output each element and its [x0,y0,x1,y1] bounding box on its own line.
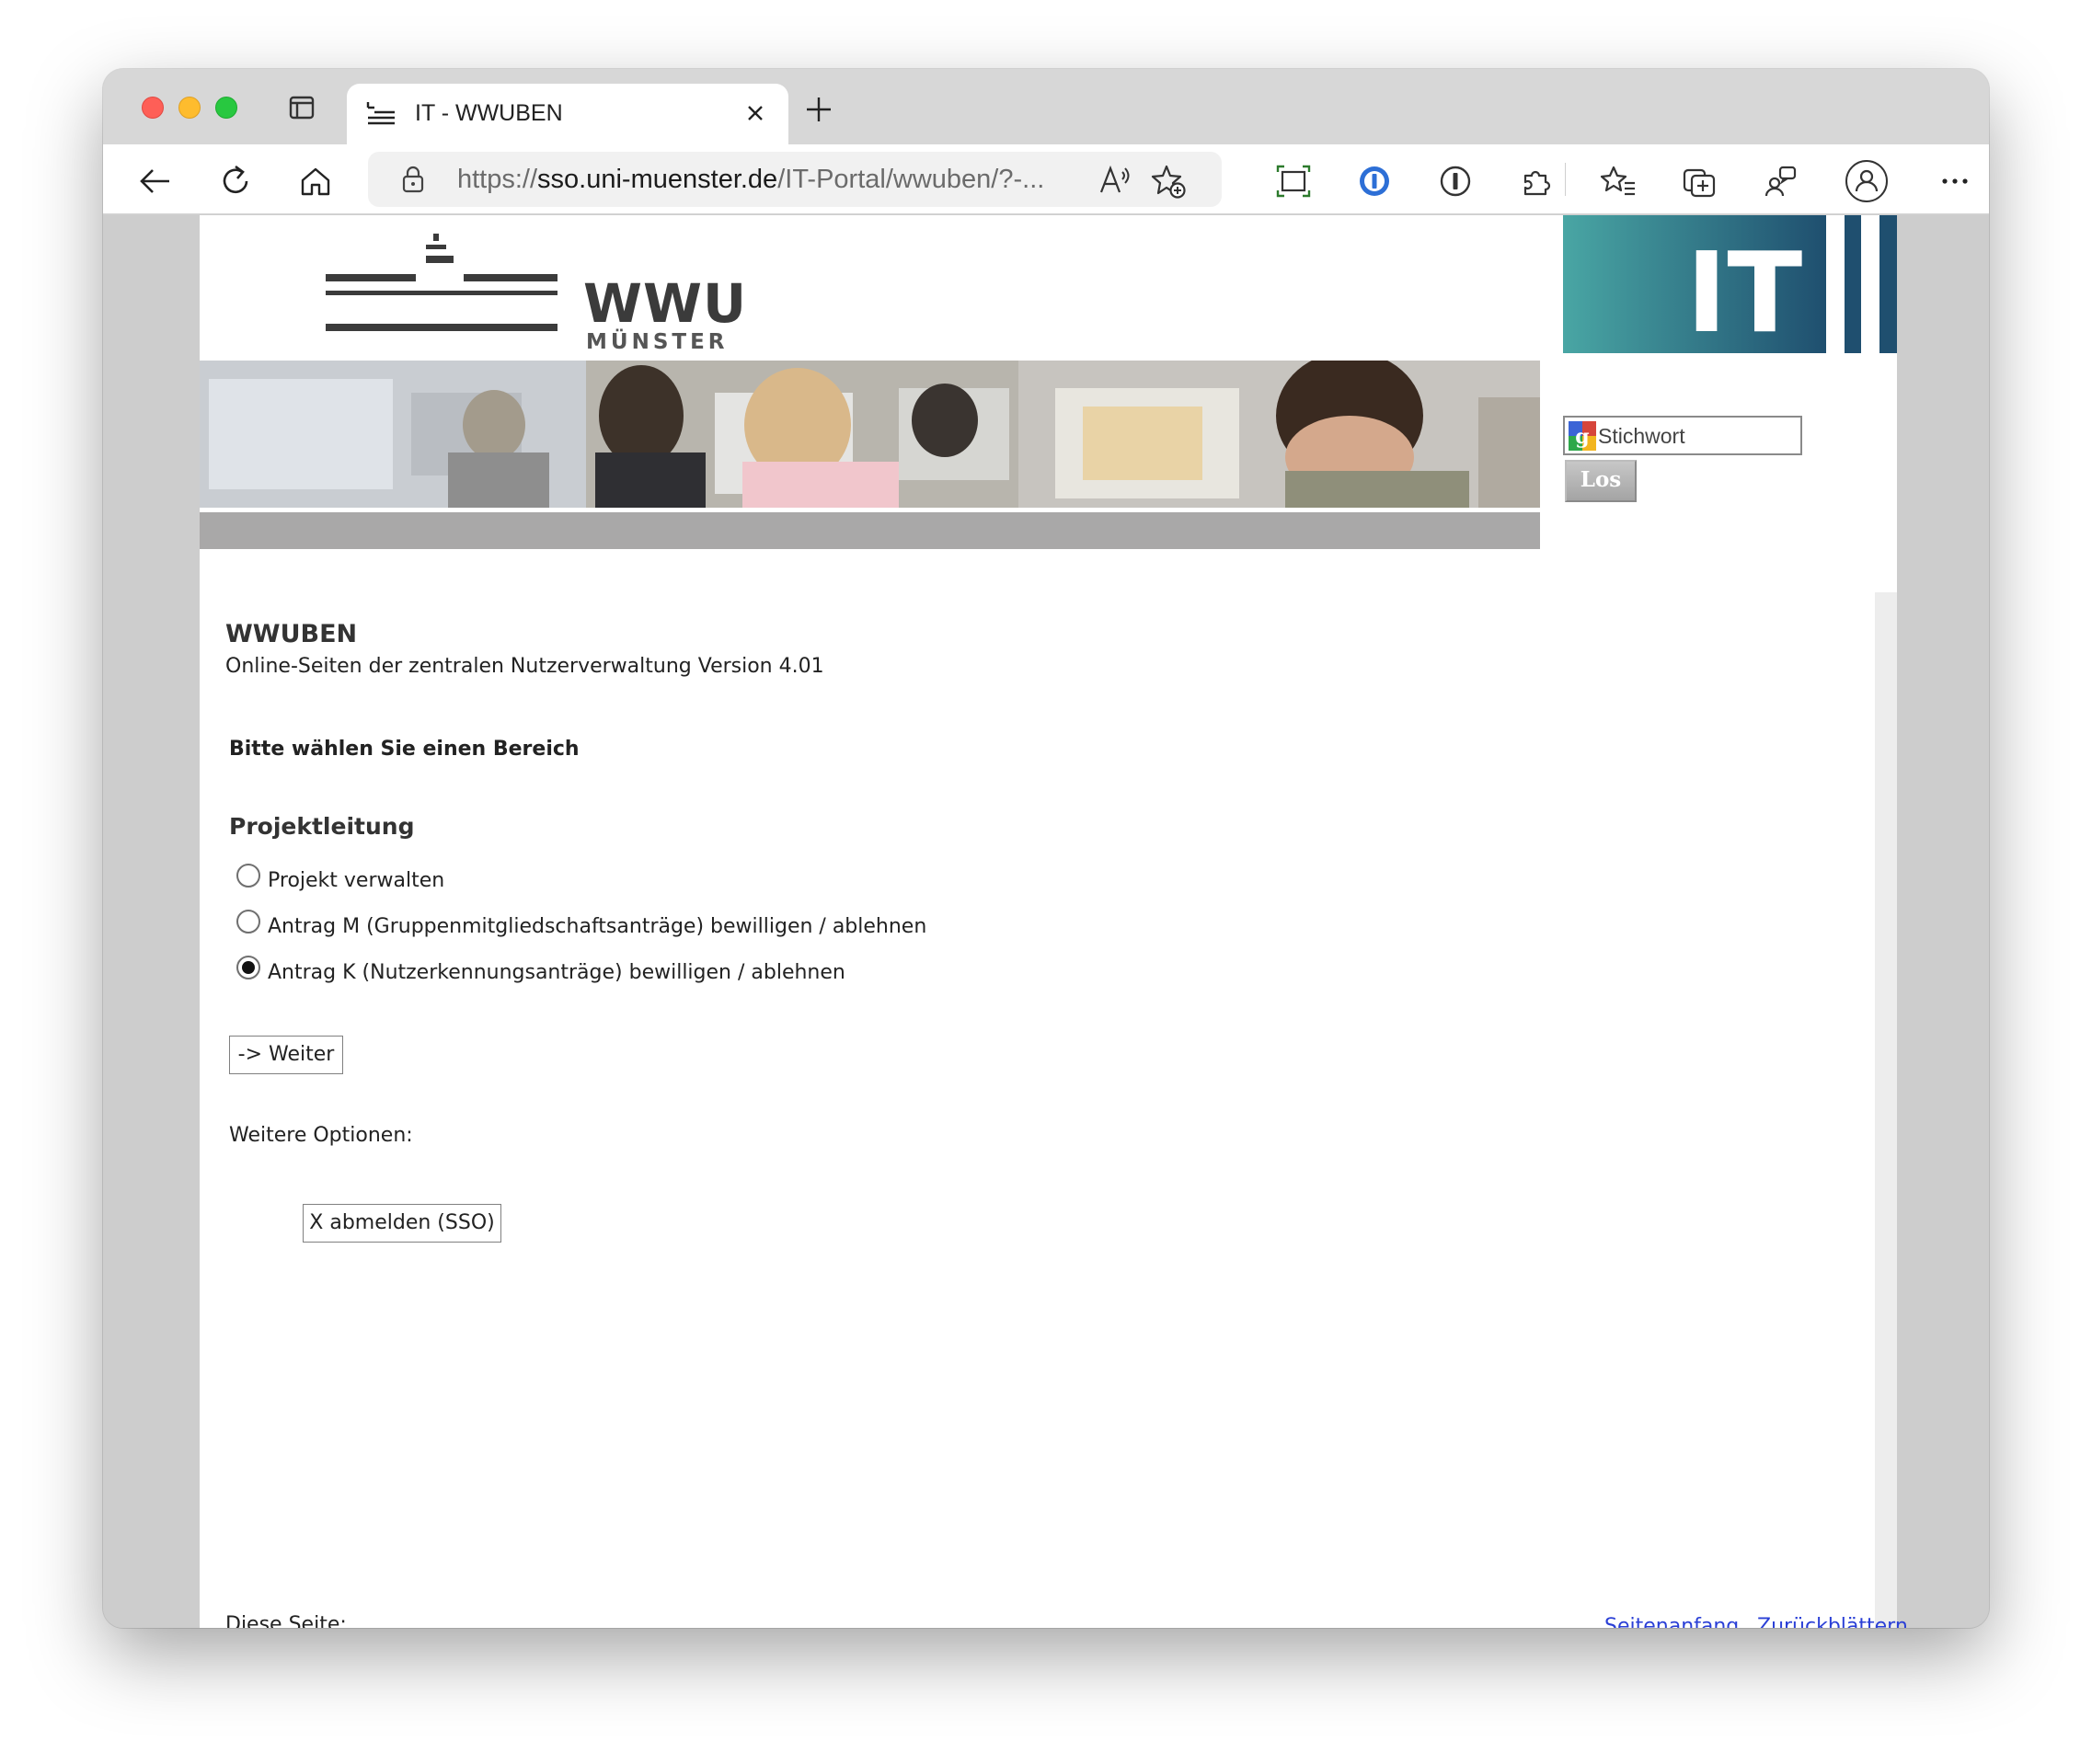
wwu-logo-subtext: MÜNSTER [586,330,729,354]
header-grey-bar [200,512,1540,549]
logout-button[interactable]: X abmelden (SSO) [303,1204,501,1243]
search-input[interactable]: g Stichwort [1563,416,1802,455]
more-options-label: Weitere Optionen: [229,1124,413,1147]
it-logo-text: IT [1686,230,1803,353]
link-page-top[interactable]: Seitenanfang [1604,1615,1739,1628]
tab-bar: IT - WWUBEN [103,69,1989,144]
radio-projekt-verwalten[interactable] [236,864,260,888]
option-label: Antrag M (Gruppenmitgliedschaftsanträge)… [268,915,927,938]
collections-icon[interactable] [1681,163,1718,200]
search-submit-button[interactable]: Los [1565,460,1637,502]
this-page-label: Diese Seite: [225,1613,347,1628]
info-extension-icon[interactable] [1437,163,1474,200]
extensions-icon[interactable] [1518,163,1555,200]
minimize-window-button[interactable] [178,97,201,119]
close-window-button[interactable] [142,97,164,119]
reload-icon[interactable] [217,163,254,200]
page-scroll-strip [1875,592,1897,1628]
favorites-icon[interactable] [1600,163,1637,200]
page-viewport: WWU MÜNSTER IT g Stichwort Los WWUBEN On… [103,215,1989,1628]
home-icon[interactable] [297,163,334,200]
radio-antrag-k[interactable] [236,956,260,979]
search-placeholder: Stichwort [1598,424,1685,448]
tab-close-icon[interactable] [742,100,768,126]
address-bar[interactable]: https://sso.uni-muenster.de/IT-Portal/ww… [368,152,1222,207]
page-content: WWU MÜNSTER IT g Stichwort Los WWUBEN On… [200,215,1908,1628]
read-aloud-icon[interactable] [1098,163,1132,198]
browser-toolbar: https://sso.uni-muenster.de/IT-Portal/ww… [103,144,1989,214]
choose-area-prompt: Bitte wählen Sie einen Bereich [229,738,580,761]
tab-actions-icon[interactable] [287,93,316,122]
page-title: WWUBEN [225,620,358,648]
continue-button[interactable]: -> Weiter [229,1036,343,1074]
back-icon[interactable] [136,163,173,200]
radio-antrag-m[interactable] [236,910,260,934]
wwu-logo-text: WWU [583,272,748,335]
option-label: Projekt verwalten [268,869,445,892]
it-logo: IT [1563,215,1897,353]
tab-title: IT - WWUBEN [415,100,563,126]
page-subtitle: Online-Seiten der zentralen Nutzerverwal… [225,655,824,678]
toolbar-separator [1565,163,1566,196]
page-list-icon [366,102,395,125]
svg-text:g: g [1575,425,1589,449]
browser-window: IT - WWUBEN https://sso.uni-muenster.de/… [103,69,1989,1628]
banner-photo [200,361,1540,508]
option-label: Antrag K (Nutzerkennungsanträge) bewilli… [268,961,845,984]
more-options-icon[interactable] [1937,163,1973,200]
url-text[interactable]: https://sso.uni-muenster.de/IT-Portal/ww… [457,165,1044,195]
feedback-icon[interactable] [1762,163,1799,200]
new-tab-icon[interactable] [804,95,833,124]
tab-active[interactable]: IT - WWUBEN [347,84,788,144]
profile-icon[interactable] [1845,159,1889,203]
google-icon: g [1569,421,1596,451]
section-heading-projektleitung: Projektleitung [229,813,415,840]
immersive-reader-icon[interactable] [1275,163,1312,200]
add-favorite-icon[interactable] [1150,163,1187,200]
zoom-window-button[interactable] [215,97,237,119]
lock-icon[interactable] [401,166,425,193]
link-go-back[interactable]: Zurückblättern [1757,1615,1908,1628]
password-manager-icon[interactable] [1356,163,1393,200]
